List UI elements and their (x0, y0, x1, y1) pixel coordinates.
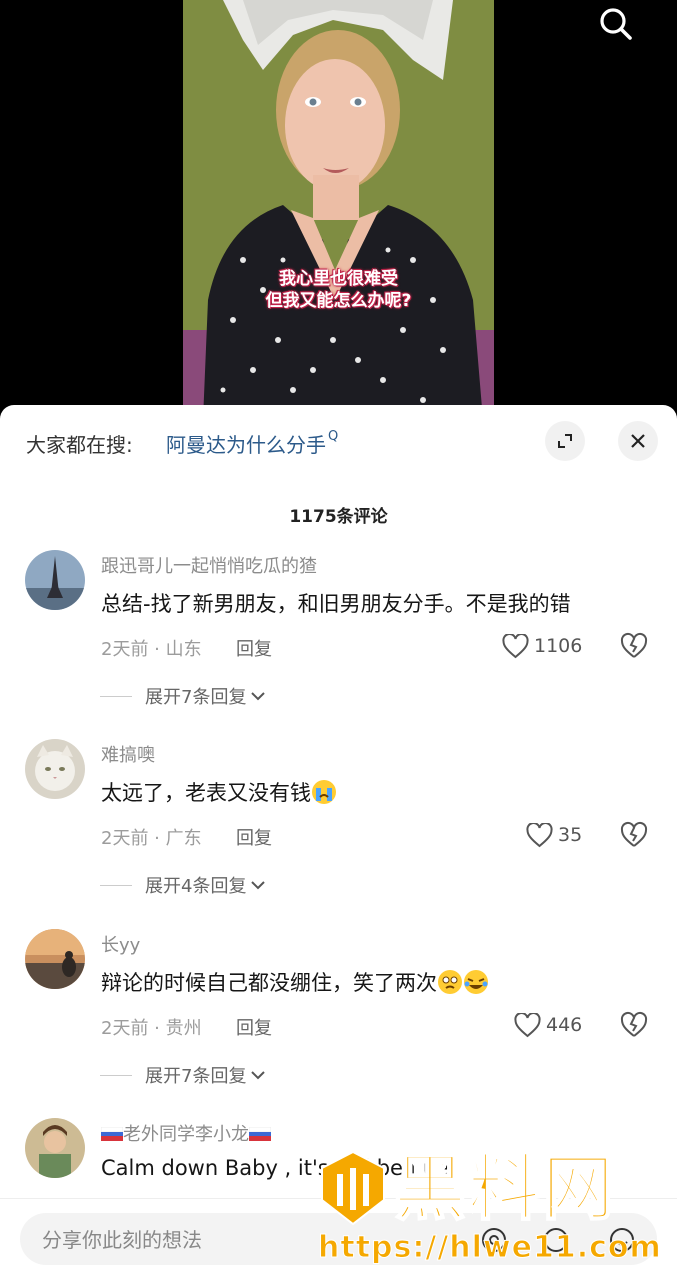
close-icon (631, 434, 645, 448)
like-button[interactable]: 35 (526, 820, 582, 850)
comment-input-container[interactable] (20, 1213, 657, 1267)
comment-meta: 2天前 · 山东 (101, 639, 202, 660)
search-button[interactable] (594, 2, 638, 46)
dislike-button[interactable] (620, 821, 648, 849)
holding-back-tears-emoji-icon (438, 970, 462, 994)
sheet-header: 大家都在搜: 阿曼达为什么分手 Q (0, 405, 677, 477)
mention-button[interactable] (480, 1226, 508, 1254)
image-icon (544, 1228, 568, 1252)
search-icon (600, 8, 632, 40)
video-subtitle: 我心里也很难受 但我又能怎么办呢? (183, 268, 494, 312)
comment-meta: 2天前 · 广东 (101, 828, 202, 849)
video-player[interactable]: 我心里也很难受 但我又能怎么办呢? (0, 0, 677, 420)
expand-replies-label: 展开7条回复 (145, 687, 247, 708)
comment-input-bar (0, 1198, 677, 1280)
reply-button[interactable]: 回复 (236, 635, 272, 661)
divider (100, 1074, 132, 1076)
heart-icon (514, 1012, 541, 1037)
comment-text: 辩论的时候自己都没绷住，笑了两次 (101, 967, 489, 997)
heart-icon (502, 633, 529, 658)
dislike-button[interactable] (620, 1011, 648, 1039)
like-count: 35 (558, 824, 583, 846)
video-frame[interactable]: 我心里也很难受 但我又能怎么办呢? (183, 0, 494, 420)
hot-search-link[interactable]: 阿曼达为什么分手 Q (166, 429, 338, 458)
reply-button[interactable]: 回复 (236, 824, 272, 850)
comment-text: 太远了，老表又没有钱 (101, 777, 337, 807)
comment-username[interactable]: 难搞噢 (101, 741, 155, 767)
expand-sheet-button[interactable] (545, 421, 585, 461)
comment-text-body: 辩论的时候自己都没绷住，笑了两次 (101, 971, 437, 995)
divider (100, 695, 132, 697)
comment-meta: 2天前 · 贵州 (101, 1018, 202, 1039)
broken-heart-icon (620, 632, 648, 658)
broken-heart-icon (620, 1011, 648, 1037)
avatar[interactable] (25, 739, 85, 799)
close-sheet-button[interactable] (618, 421, 658, 461)
image-button[interactable] (542, 1226, 570, 1254)
comments-sheet: 大家都在搜: 阿曼达为什么分手 Q 1175条评论 跟迅哥儿一起悄悄吃瓜的猹 总… (0, 405, 677, 1280)
subtitle-line-2: 但我又能怎么办呢? (265, 291, 412, 311)
comment-input[interactable] (40, 1213, 444, 1267)
like-button[interactable]: 446 (514, 1010, 582, 1040)
comment-username[interactable]: 长yy (101, 931, 140, 957)
expand-replies-label: 展开4条回复 (145, 876, 247, 897)
russia-flag-icon (249, 1127, 271, 1141)
divider (100, 884, 132, 886)
subtitle-line-1: 我心里也很难受 (279, 269, 398, 289)
emoji-icon (610, 1228, 634, 1252)
heart-icon (526, 822, 553, 847)
like-count: 1106 (534, 635, 583, 657)
expand-replies[interactable]: 展开7条回复 (100, 683, 266, 709)
like-button[interactable]: 1106 (502, 631, 582, 661)
comment-text: Calm down Baby , it's will be fine (101, 1156, 450, 1180)
emoji-button[interactable] (608, 1226, 636, 1254)
crying-emoji-icon (312, 780, 336, 804)
expand-icon (558, 434, 572, 448)
search-small-icon: Q (328, 429, 339, 444)
broken-heart-icon (620, 821, 648, 847)
chevron-down-icon (251, 881, 266, 890)
dislike-button[interactable] (620, 632, 648, 660)
avatar[interactable] (25, 929, 85, 989)
hot-search-label: 大家都在搜: (26, 433, 133, 457)
at-icon (482, 1228, 506, 1252)
video-content-image (183, 0, 494, 420)
avatar[interactable] (25, 1118, 85, 1178)
hot-search-term: 阿曼达为什么分手 (166, 433, 326, 457)
expand-replies[interactable]: 展开4条回复 (100, 872, 266, 898)
expand-replies[interactable]: 展开7条回复 (100, 1062, 266, 1088)
comment-count: 1175条评论 (289, 507, 388, 527)
app-screen: 我心里也很难受 但我又能怎么办呢? 大家都在搜: 阿曼达为什么分手 Q 1175… (0, 0, 677, 1280)
chevron-down-icon (251, 692, 266, 701)
reply-button[interactable]: 回复 (236, 1014, 272, 1040)
chevron-down-icon (251, 1071, 266, 1080)
comment-username[interactable]: 跟迅哥儿一起悄悄吃瓜的猹 (101, 552, 317, 578)
like-count: 446 (546, 1014, 583, 1036)
avatar[interactable] (25, 550, 85, 610)
expand-replies-label: 展开7条回复 (145, 1066, 247, 1087)
comment-username-text: 老外同学李小龙 (123, 1124, 249, 1145)
russia-flag-icon (101, 1127, 123, 1141)
comment-username[interactable]: 老外同学李小龙 (101, 1120, 271, 1146)
comment-text: 总结-找了新男朋友，和旧男朋友分手。不是我的错 (101, 592, 571, 616)
crying-laughing-emoji-icon (464, 970, 488, 994)
comment-text-body: 太远了，老表又没有钱 (101, 781, 311, 805)
